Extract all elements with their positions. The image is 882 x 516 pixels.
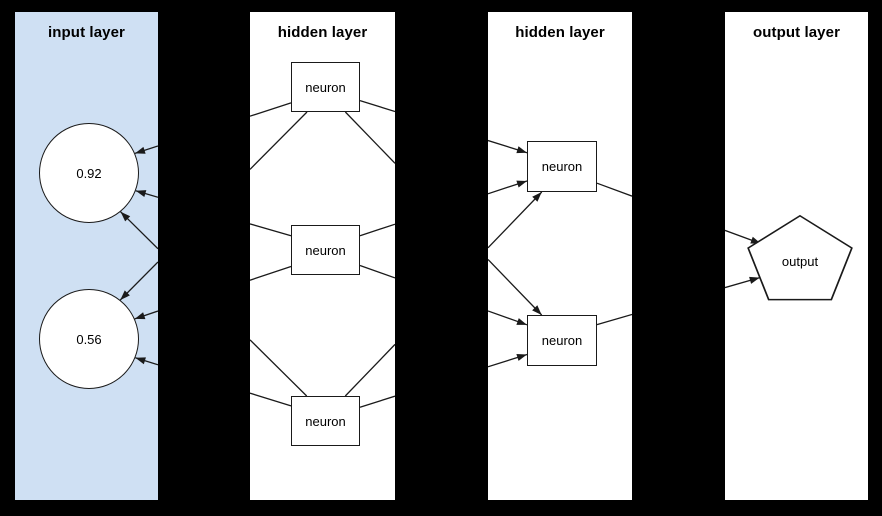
diagram-canvas: input layer 0.92 0.56 hidden layer neuron neu… — [0, 0, 882, 516]
arrowhead — [516, 180, 527, 188]
node-label: output — [781, 254, 819, 270]
connection-line — [488, 259, 543, 316]
node-h1b[interactable]: neuron — [291, 225, 360, 275]
connection-line — [488, 310, 528, 326]
connection-line — [135, 357, 158, 366]
connection-line — [596, 313, 632, 326]
arrowhead — [135, 357, 146, 365]
connection-line — [344, 343, 395, 397]
connection-line — [134, 145, 158, 155]
connection-line — [488, 180, 528, 195]
arrowhead — [120, 211, 131, 222]
arrowhead — [134, 312, 146, 320]
connection-line — [119, 261, 158, 301]
connection-line — [134, 310, 158, 320]
node-h2b[interactable]: neuron — [527, 315, 597, 366]
arrowhead — [532, 305, 542, 315]
connection-line — [596, 182, 632, 197]
connection-line — [359, 264, 395, 279]
connection-line — [488, 191, 543, 249]
connection-line — [488, 353, 528, 368]
layer-panel-hidden2: hidden layer neuron neuron — [488, 12, 632, 500]
node-label: 0.92 — [76, 165, 102, 181]
arrowhead — [516, 318, 527, 325]
layer-title-input: input layer — [48, 24, 125, 41]
arrowhead — [135, 146, 146, 154]
arrowhead — [135, 190, 147, 198]
connection-line — [359, 99, 395, 113]
connection-line — [250, 339, 308, 397]
layer-panel-output: output layer output — [725, 12, 868, 500]
node-in2[interactable]: 0.56 — [39, 289, 139, 389]
connection-line — [250, 223, 292, 237]
arrowhead — [532, 192, 542, 202]
connection-line — [344, 111, 395, 164]
node-label: neuron — [541, 159, 583, 174]
node-label: neuron — [305, 413, 346, 429]
connection-line — [250, 392, 292, 407]
layer-title-output: output layer — [752, 24, 841, 41]
connection-line — [250, 111, 308, 170]
connection-line — [359, 223, 395, 237]
node-label: neuron — [305, 242, 346, 258]
node-label: neuron — [305, 79, 346, 95]
node-out1[interactable]: output — [746, 214, 854, 301]
arrowhead — [516, 146, 527, 154]
node-h1c[interactable]: neuron — [291, 396, 360, 446]
node-h1a[interactable]: neuron — [291, 62, 360, 112]
arrowhead — [516, 354, 527, 361]
edge-layer-hidden2 — [488, 139, 632, 368]
node-label: neuron — [541, 333, 583, 348]
node-label: 0.56 — [76, 331, 102, 347]
layer-panel-input: input layer 0.92 0.56 — [15, 12, 158, 500]
connection-line — [120, 211, 158, 250]
arrowhead — [120, 290, 130, 300]
edge-layer-input — [119, 145, 158, 366]
connection-line — [250, 265, 292, 281]
connection-line — [359, 395, 395, 408]
layer-title-hidden2: hidden layer — [515, 24, 605, 41]
connection-line — [135, 190, 158, 198]
connection-line — [250, 102, 292, 117]
connection-line — [488, 139, 528, 154]
layer-title-hidden1: hidden layer — [277, 24, 368, 41]
node-in1[interactable]: 0.92 — [39, 123, 139, 223]
node-h2a[interactable]: neuron — [527, 141, 597, 192]
layer-panel-hidden1: hidden layer neuron neuron neuron — [250, 12, 395, 500]
